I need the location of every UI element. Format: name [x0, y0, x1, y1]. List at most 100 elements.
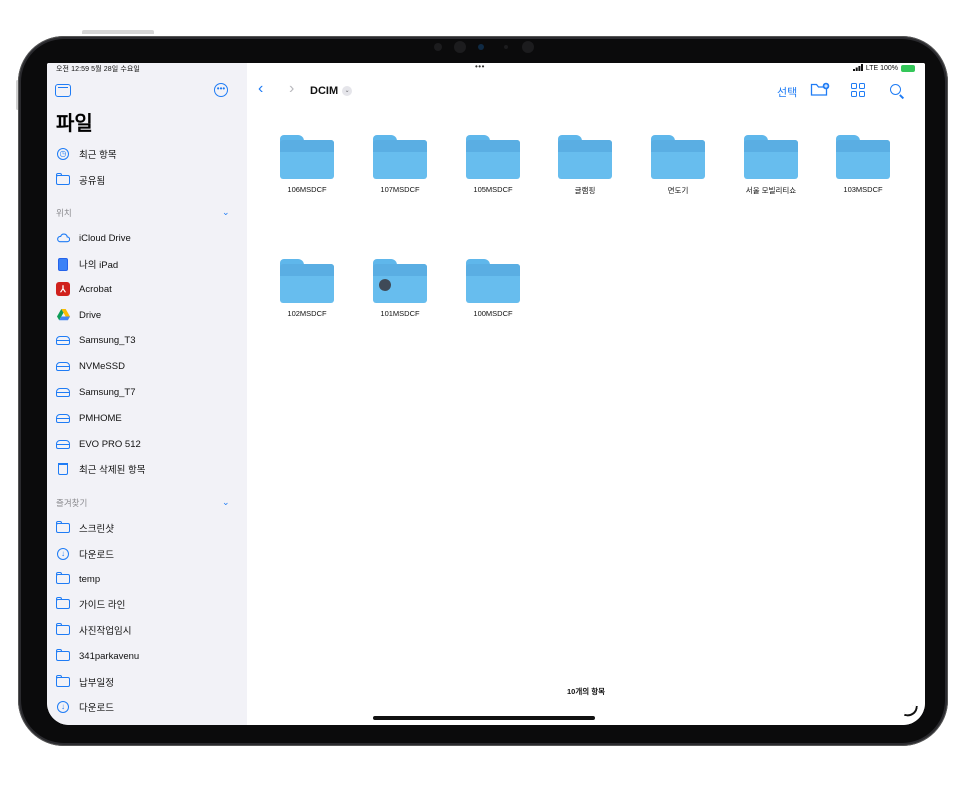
- sidebar-item-label: PMHOME: [79, 412, 122, 424]
- back-button[interactable]: ‹: [258, 80, 263, 98]
- external-drive-icon: [56, 359, 70, 373]
- ipad-icon: [56, 257, 70, 271]
- sidebar-item-label: 다운로드: [79, 550, 114, 561]
- status-right: LTE 100%: [852, 64, 915, 73]
- sidebar-item-guideline[interactable]: 가이드 라인: [55, 594, 126, 614]
- folder-name: 103MSDCF: [843, 185, 883, 194]
- view-options-icon[interactable]: [851, 83, 869, 99]
- sidebar-item-shared[interactable]: 공유됨: [55, 170, 106, 190]
- folder-name: 107MSDCF: [380, 185, 420, 194]
- sidebar-item-my-ipad[interactable]: 나의 iPad: [56, 254, 118, 274]
- sidebar-item-pmhome[interactable]: PMHOME: [56, 408, 122, 428]
- more-options-icon[interactable]: •••: [214, 83, 228, 97]
- sidebar-item-label: NVMeSSD: [79, 360, 125, 372]
- folder-icon: [55, 649, 70, 663]
- sidebar-item-nvmessd[interactable]: NVMeSSD: [56, 356, 125, 376]
- folder-icon: [373, 135, 427, 179]
- sensor-icon: [434, 43, 442, 51]
- sidebar-item-label: 납부일정: [79, 678, 114, 689]
- chevron-down-icon[interactable]: ⌄: [222, 497, 230, 508]
- sidebar-item-label: Acrobat: [79, 283, 112, 295]
- sidebar-item-label: 공유됨: [79, 176, 106, 187]
- folder-item[interactable]: 103MSDCF: [833, 135, 893, 194]
- folder-icon: [651, 135, 705, 179]
- folder-name: 105MSDCF: [473, 185, 513, 194]
- new-folder-icon[interactable]: [810, 82, 830, 98]
- sidebar-toggle-icon[interactable]: [55, 84, 71, 97]
- chevron-down-icon[interactable]: ⌄: [222, 207, 230, 218]
- signal-icon: [852, 64, 863, 73]
- file-browser: ••• LTE 100% ‹ › DCIM ⌄ 선택 106MSDCF 107M…: [247, 63, 925, 725]
- sidebar-item-label: 가이드 라인: [79, 600, 126, 611]
- forward-button[interactable]: ›: [289, 80, 294, 98]
- sidebar-item-payment-schedule[interactable]: 납부일정: [55, 672, 114, 692]
- home-indicator[interactable]: [373, 716, 595, 720]
- folder-name: 106MSDCF: [287, 185, 327, 194]
- sidebar-item-downloads-2[interactable]: ↓ 다운로드: [56, 697, 114, 717]
- external-drive-icon: [56, 333, 70, 347]
- external-drive-icon: [56, 437, 70, 451]
- sidebar-item-341parkavenu[interactable]: 341parkavenu: [55, 646, 140, 666]
- camera-icon: [522, 41, 534, 53]
- folder-name: 102MSDCF: [287, 309, 327, 318]
- folder-item[interactable]: 글램핑: [555, 135, 615, 196]
- folder-title: DCIM: [310, 85, 339, 97]
- sidebar-item-label: Samsung_T3: [79, 334, 136, 346]
- sidebar-item-label: EVO PRO 512: [79, 438, 141, 450]
- folder-name: 글램핑: [574, 186, 596, 195]
- section-header-favorites: 즐겨찾기: [56, 498, 88, 508]
- chevron-down-icon: ⌄: [342, 86, 353, 96]
- cloud-icon: [56, 231, 70, 245]
- sidebar-item-label: 341parkavenu: [79, 650, 140, 662]
- sidebar-item-label: Drive: [79, 309, 102, 321]
- folder-icon: [55, 572, 70, 586]
- sidebar-item-temp[interactable]: temp: [55, 569, 100, 589]
- folder-item[interactable]: 101MSDCF: [370, 259, 430, 318]
- select-button[interactable]: 선택: [777, 84, 797, 100]
- sidebar-item-acrobat[interactable]: ⅄ Acrobat: [56, 279, 112, 299]
- sidebar-item-label: 사진작업임시: [79, 626, 132, 637]
- sidebar-item-evo-pro[interactable]: EVO PRO 512: [56, 434, 141, 454]
- sidebar-item-icloud[interactable]: iCloud Drive: [56, 228, 131, 248]
- camera-icon: [454, 41, 466, 53]
- folder-item[interactable]: 서울 모빌리티쇼: [741, 135, 801, 196]
- sidebar-item-samsung-t3[interactable]: Samsung_T3: [56, 330, 136, 350]
- sidebar-item-label: 다운로드: [79, 703, 114, 714]
- folder-item[interactable]: 102MSDCF: [277, 259, 337, 318]
- folder-icon: [55, 623, 70, 637]
- sidebar-item-photo-temp[interactable]: 사진작업임시: [55, 620, 132, 640]
- sidebar-item-downloads[interactable]: ↓ 다운로드: [56, 544, 114, 564]
- external-drive-icon: [56, 385, 70, 399]
- external-drive-icon: [56, 411, 70, 425]
- folder-item[interactable]: 100MSDCF: [463, 259, 523, 318]
- folder-icon: [55, 675, 70, 689]
- sidebar-item-label: 최근 삭제된 항목: [79, 465, 146, 476]
- multitasking-dots[interactable]: •••: [475, 63, 493, 71]
- folder-item[interactable]: 107MSDCF: [370, 135, 430, 194]
- sensor-icon: [504, 45, 508, 49]
- section-header-locations: 위치: [56, 208, 72, 218]
- download-icon: ↓: [56, 547, 70, 561]
- folder-item[interactable]: 106MSDCF: [277, 135, 337, 194]
- sidebar-item-recents[interactable]: ◷ 최근 항목: [56, 144, 117, 164]
- device-top-button: [82, 30, 154, 34]
- folder-icon: [466, 259, 520, 303]
- items-count: 10개의 항목: [566, 687, 606, 696]
- sidebar-item-label: Samsung_T7: [79, 386, 136, 398]
- folder-icon: [373, 259, 427, 303]
- sidebar-item-recently-deleted[interactable]: 최근 삭제된 항목: [56, 459, 145, 479]
- folder-title-menu[interactable]: DCIM ⌄: [310, 85, 353, 97]
- sidebar: 오전 12:59 5월 28일 수요일 ••• 파일 ◷ 최근 항목 공유됨 위…: [47, 63, 247, 725]
- folder-icon: [744, 135, 798, 179]
- google-drive-icon: [56, 308, 70, 322]
- sidebar-item-samsung-t7[interactable]: Samsung_T7: [56, 382, 136, 402]
- sidebar-item-screenshots[interactable]: 스크린샷: [55, 518, 114, 538]
- folder-name: 101MSDCF: [380, 309, 420, 318]
- folder-item[interactable]: 면도기: [648, 135, 708, 196]
- touch-pointer: [379, 279, 391, 291]
- search-icon[interactable]: [890, 84, 908, 100]
- download-icon: ↓: [56, 700, 70, 714]
- sidebar-item-drive[interactable]: Drive: [56, 305, 101, 325]
- sensor-icon: [478, 44, 484, 50]
- folder-item[interactable]: 105MSDCF: [463, 135, 523, 194]
